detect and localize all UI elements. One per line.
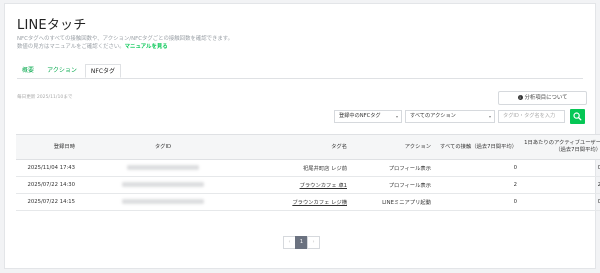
analysis-info-button[interactable]: i 分析項目について <box>498 91 587 105</box>
cell-action: プロフィール表示 <box>350 176 434 194</box>
next-page-button[interactable]: › <box>307 236 320 249</box>
analysis-button-label: 分析項目について <box>524 95 568 101</box>
header-action: アクション <box>404 143 431 150</box>
cell-tag-name[interactable]: ブラウンカフェ 卓1 <box>248 176 350 194</box>
description-line-2: 数値の見方はマニュアルをご確認ください。 <box>17 44 125 50</box>
tab-overview[interactable]: 概要 <box>17 64 39 78</box>
cell-users: 2 <box>520 176 600 194</box>
search-input[interactable]: タグID・タグ名を入力 <box>498 110 565 123</box>
table-row: 2025/07/22 14:30 ブラウンカフェ 卓1 プロフィール表示 2 2 <box>16 176 600 194</box>
cell-total: 0 <box>434 159 520 177</box>
tag-name-link[interactable]: ブラウンカフェ 卓1 <box>300 183 347 189</box>
table-row: 2025/11/04 17:43 祀尾井町店 レジ前 プロフィール表示 0 0 <box>16 159 600 177</box>
cell-tag-name[interactable]: ブラウンカフェ レジ横 <box>248 193 350 211</box>
chevron-down-icon: ▾ <box>395 114 398 119</box>
cell-date: 2025/11/04 17:43 <box>16 159 78 177</box>
action-select[interactable]: すべてのアクション ▾ <box>405 110 495 123</box>
redacted-tag-id <box>122 181 204 187</box>
tag-status-select[interactable]: 登録中のNFCタグ ▾ <box>334 110 402 123</box>
description-line-1: NFCタグへのすべての接触回数や、アクション/NFCタグごとの接触回数を確認でき… <box>17 36 234 42</box>
cell-date: 2025/07/22 14:15 <box>16 193 78 211</box>
page-title: LINEタッチ <box>17 18 87 33</box>
tag-status-value: 登録中のNFCタグ <box>339 113 381 119</box>
header-date[interactable]: 登録日時 <box>16 135 78 160</box>
cell-action: LINEミニアプリ起動 <box>350 193 434 211</box>
header-tag-name: タグ名 <box>331 143 347 150</box>
header-total-contacts[interactable]: すべての接触（過去7日間平均） <box>434 135 520 160</box>
cell-tag-id <box>78 193 248 211</box>
cell-tag-id <box>78 176 248 194</box>
tab-nfc-tag[interactable]: NFCタグ <box>85 64 121 78</box>
action-value: すべてのアクション <box>410 113 456 119</box>
info-icon: i <box>517 95 523 100</box>
redacted-tag-id <box>122 198 204 204</box>
cell-users: 0 <box>520 193 600 211</box>
table-header-row: 登録日時 タグID タグ名 アクション すべての接触（過去7日間平均） 1日あた… <box>16 134 600 160</box>
tab-bar: 概要 アクション NFCタグ <box>17 64 583 79</box>
header-tag-id: タグID <box>154 143 172 150</box>
cell-total: 2 <box>434 176 520 194</box>
chevron-down-icon: ▾ <box>488 114 491 119</box>
manual-link[interactable]: マニュアルを見る <box>125 44 168 50</box>
header-active-users[interactable]: 1日あたりのアクティブユーザー（過去7日間平均） <box>520 135 600 160</box>
page-description: NFCタグへのすべての接触回数や、アクション/NFCタグごとの接触回数を確認でき… <box>17 35 233 51</box>
redacted-tag-id <box>127 164 199 170</box>
updated-label: 毎日更新 2025/11/10まで <box>17 95 73 100</box>
cell-date: 2025/07/22 14:30 <box>16 176 78 194</box>
search-icon <box>573 112 582 121</box>
cell-tag-id <box>78 159 248 177</box>
tag-name-link[interactable]: ブラウンカフェ レジ横 <box>292 200 347 206</box>
search-button[interactable] <box>570 109 585 124</box>
cell-total: 0 <box>434 193 520 211</box>
cell-tag-name: 祀尾井町店 レジ前 <box>248 159 350 177</box>
cell-users: 0 <box>520 159 600 177</box>
cell-action: プロフィール表示 <box>350 159 434 177</box>
nfc-tag-table: 登録日時 タグID タグ名 アクション すべての接触（過去7日間平均） 1日あた… <box>16 134 600 211</box>
table-row: 2025/07/22 14:15 ブラウンカフェ レジ横 LINEミニアプリ起動… <box>16 193 600 211</box>
tab-action[interactable]: アクション <box>41 64 83 78</box>
